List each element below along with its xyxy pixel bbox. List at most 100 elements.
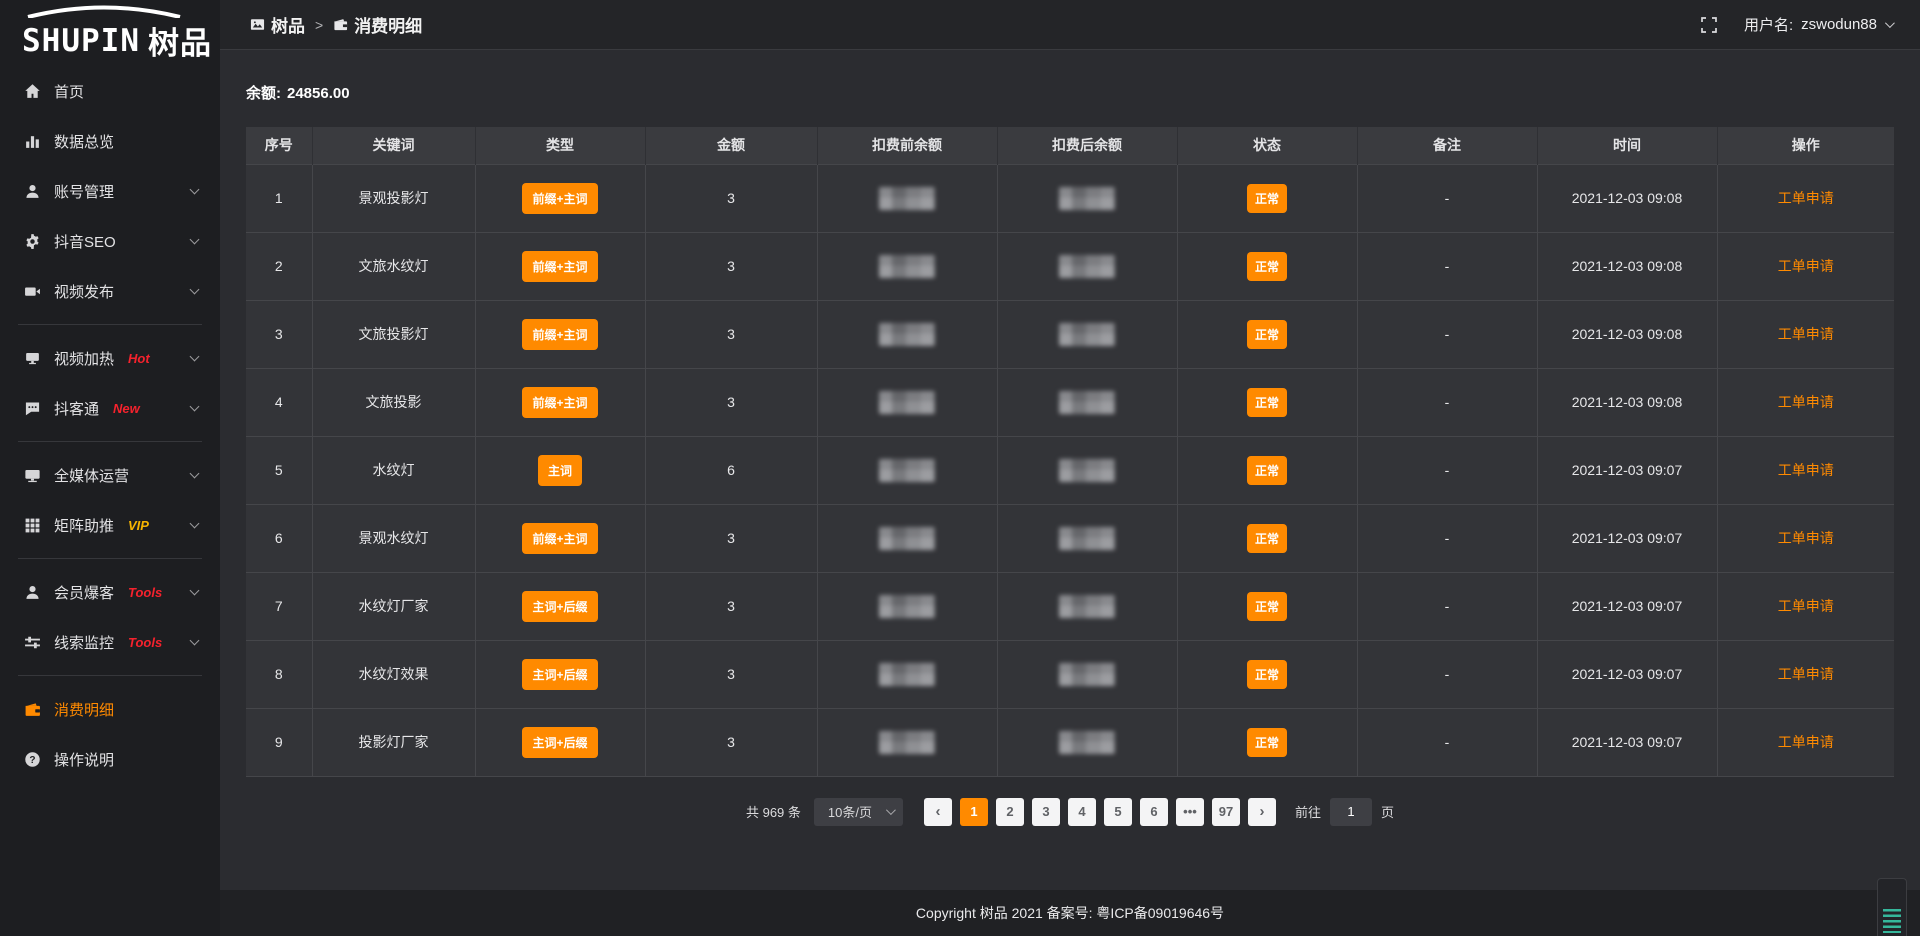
cell-balance-before xyxy=(817,640,997,708)
sidebar-item-douyin-seo[interactable]: 抖音SEO xyxy=(0,216,220,266)
sidebar-item-all-media-operation[interactable]: 全媒体运营 xyxy=(0,450,220,500)
cell-balance-after xyxy=(997,504,1177,572)
pager-pages: ‹ 123456 ••• 97 › xyxy=(924,798,1276,826)
status-tag: 正常 xyxy=(1247,252,1287,281)
cell-keyword: 水纹灯效果 xyxy=(312,640,475,708)
chevron-down-icon xyxy=(190,285,200,295)
chevron-down-icon xyxy=(190,519,200,529)
cell-time: 2021-12-03 09:07 xyxy=(1537,572,1717,640)
cell-balance-after xyxy=(997,232,1177,300)
sidebar-item-operation-guide[interactable]: ? 操作说明 xyxy=(0,734,220,784)
work-order-link[interactable]: 工单申请 xyxy=(1778,258,1834,274)
cell-status: 正常 xyxy=(1177,368,1357,436)
username-value: zswodun88 xyxy=(1801,16,1877,33)
sidebar-item-consumption-detail[interactable]: 消费明细 xyxy=(0,684,220,734)
breadcrumb: 树品 > 消费明细 xyxy=(250,12,422,37)
page-size-select[interactable]: 10条/页 xyxy=(814,798,903,826)
page-button[interactable]: 6 xyxy=(1140,798,1168,826)
page-button[interactable]: 2 xyxy=(996,798,1024,826)
page-button[interactable]: 3 xyxy=(1032,798,1060,826)
prev-page-button[interactable]: ‹ xyxy=(924,798,952,826)
page-button[interactable]: 97 xyxy=(1212,798,1240,826)
redacted-value xyxy=(879,459,935,482)
cell-amount: 3 xyxy=(645,640,817,708)
next-page-button[interactable]: › xyxy=(1248,798,1276,826)
work-order-link[interactable]: 工单申请 xyxy=(1778,666,1834,682)
sidebar-item-video-heating[interactable]: 视频加热 Hot xyxy=(0,333,220,383)
sidebar-item-lead-monitoring[interactable]: 线索监控 Tools xyxy=(0,617,220,667)
sidebar-item-label: 抖客通 xyxy=(54,398,99,419)
cell-type: 主词+后缀 xyxy=(475,708,645,776)
cell-time: 2021-12-03 09:07 xyxy=(1537,708,1717,776)
content: 余额:24856.00 序号 关键词 类型 金额 扣费前余额 扣费后余额 xyxy=(220,50,1920,890)
member-icon xyxy=(24,584,41,601)
sidebar-item-label: 会员爆客 xyxy=(54,582,114,603)
breadcrumb-item-page[interactable]: 消费明细 xyxy=(333,12,422,37)
sidebar-item-matrix-boost[interactable]: 矩阵助推 VIP xyxy=(0,500,220,550)
type-tag: 前缀+主词 xyxy=(522,319,597,350)
work-order-link[interactable]: 工单申请 xyxy=(1778,326,1834,342)
cell-amount: 3 xyxy=(645,708,817,776)
sidebar-item-label: 首页 xyxy=(54,81,84,102)
cell-keyword: 景观水纹灯 xyxy=(312,504,475,572)
cell-keyword: 景观投影灯 xyxy=(312,164,475,232)
page-button[interactable]: 5 xyxy=(1104,798,1132,826)
sidebar-item-home[interactable]: 首页 xyxy=(0,66,220,116)
gear-icon xyxy=(24,233,41,250)
cell-amount: 3 xyxy=(645,232,817,300)
col-balance-after: 扣费后余额 xyxy=(997,127,1177,164)
sidebar-item-data-overview[interactable]: 数据总览 xyxy=(0,116,220,166)
col-action: 操作 xyxy=(1717,127,1894,164)
user-dropdown[interactable]: 用户名: zswodun88 xyxy=(1744,14,1892,35)
cell-seq: 6 xyxy=(246,504,312,572)
col-remark: 备注 xyxy=(1357,127,1537,164)
sidebar-item-member-baoke[interactable]: 会员爆客 Tools xyxy=(0,567,220,617)
sidebar-divider xyxy=(18,558,202,559)
redacted-value xyxy=(879,731,935,754)
goto-page-input[interactable] xyxy=(1330,798,1372,826)
sidebar-item-label: 操作说明 xyxy=(54,749,114,770)
redacted-value xyxy=(879,391,935,414)
cell-seq: 9 xyxy=(246,708,312,776)
work-order-link[interactable]: 工单申请 xyxy=(1778,530,1834,546)
sidebar-item-label: 账号管理 xyxy=(54,181,114,202)
status-tag: 正常 xyxy=(1247,320,1287,349)
cell-amount: 3 xyxy=(645,504,817,572)
table-body: 1景观投影灯前缀+主词3正常-2021-12-03 09:08工单申请2文旅水纹… xyxy=(246,164,1894,776)
work-order-link[interactable]: 工单申请 xyxy=(1778,394,1834,410)
mini-widget[interactable] xyxy=(1877,878,1907,936)
topbar: 树品 > 消费明细 用户名: zswodun88 xyxy=(220,0,1920,50)
cell-balance-after xyxy=(997,708,1177,776)
sidebar-item-doukettong[interactable]: 抖客通 New xyxy=(0,383,220,433)
breadcrumb-label: 树品 xyxy=(271,12,305,37)
page-button[interactable]: 4 xyxy=(1068,798,1096,826)
breadcrumb-label: 消费明细 xyxy=(354,12,422,37)
work-order-link[interactable]: 工单申请 xyxy=(1778,598,1834,614)
sidebar: SHUPIN 树品 首页 数据总览 账号管理 抖音SEO xyxy=(0,0,220,936)
cell-balance-before xyxy=(817,232,997,300)
cell-action: 工单申请 xyxy=(1717,368,1894,436)
sidebar-item-account-management[interactable]: 账号管理 xyxy=(0,166,220,216)
footer: Copyright 树品 2021 备案号: 粤ICP备09019646号 xyxy=(220,890,1920,936)
work-order-link[interactable]: 工单申请 xyxy=(1778,734,1834,750)
breadcrumb-item-app[interactable]: 树品 xyxy=(250,12,305,37)
work-order-link[interactable]: 工单申请 xyxy=(1778,462,1834,478)
col-seq: 序号 xyxy=(246,127,312,164)
wallet-icon xyxy=(333,17,348,32)
chevron-down-icon xyxy=(190,469,200,479)
status-tag: 正常 xyxy=(1247,184,1287,213)
cell-keyword: 投影灯厂家 xyxy=(312,708,475,776)
sidebar-item-video-publish[interactable]: 视频发布 xyxy=(0,266,220,316)
cell-status: 正常 xyxy=(1177,164,1357,232)
ellipsis-button[interactable]: ••• xyxy=(1176,798,1204,826)
col-amount: 金额 xyxy=(645,127,817,164)
balance-label: 余额: xyxy=(246,85,281,102)
work-order-link[interactable]: 工单申请 xyxy=(1778,190,1834,206)
table-row: 2文旅水纹灯前缀+主词3正常-2021-12-03 09:08工单申请 xyxy=(246,232,1894,300)
cell-type: 主词+后缀 xyxy=(475,572,645,640)
logo-arc xyxy=(24,4,184,18)
cell-type: 前缀+主词 xyxy=(475,232,645,300)
page-button-active[interactable]: 1 xyxy=(960,798,988,826)
sidebar-item-label: 视频发布 xyxy=(54,281,114,302)
fullscreen-icon[interactable] xyxy=(1700,16,1718,34)
